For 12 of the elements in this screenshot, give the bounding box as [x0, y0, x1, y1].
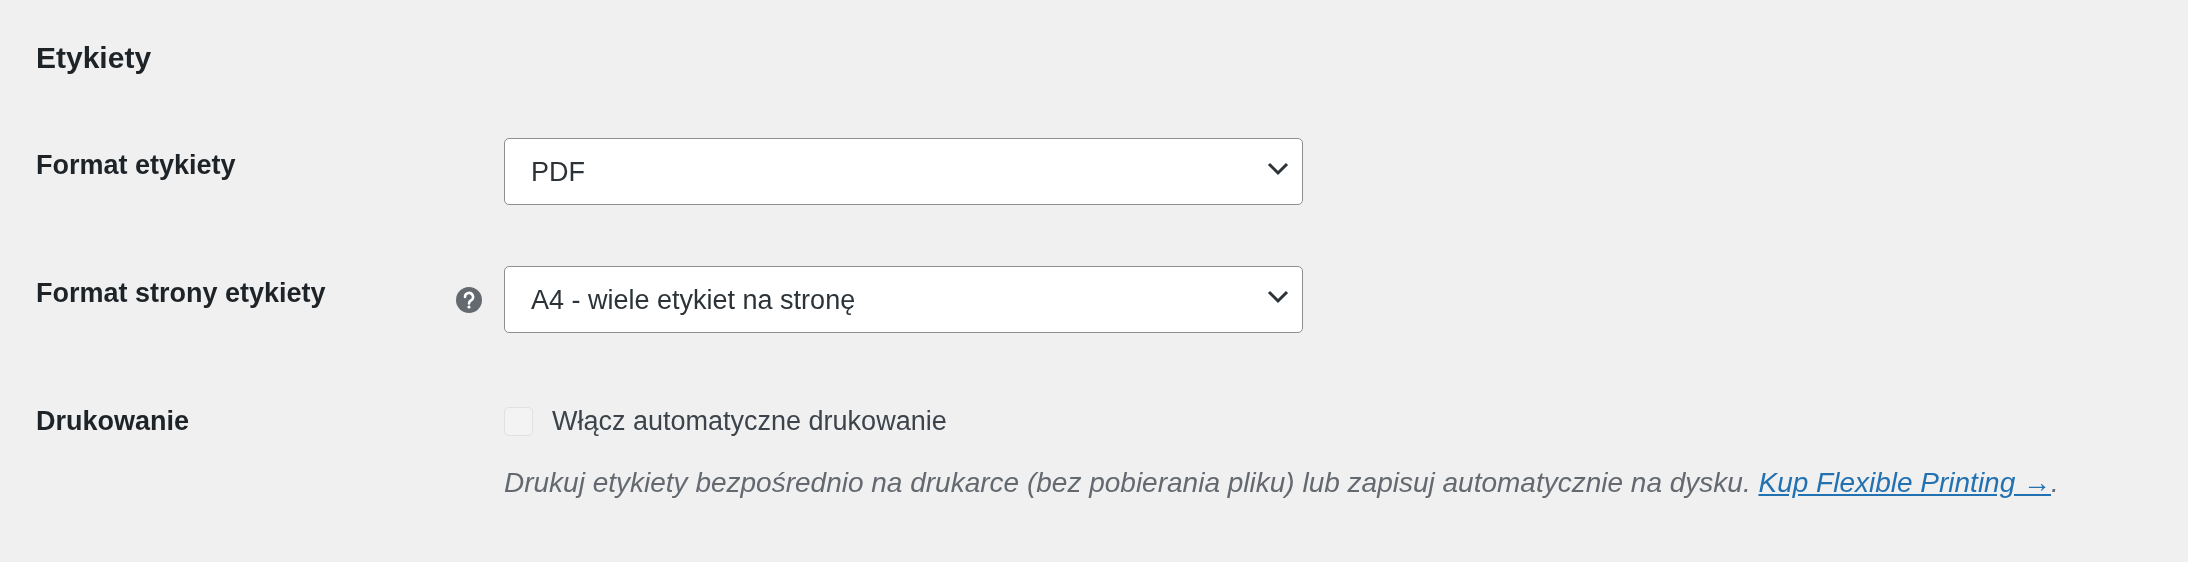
checkbox-label[interactable]: Włącz automatyczne drukowanie [552, 406, 947, 437]
chevron-icon [1267, 162, 1289, 176]
select-field[interactable]: A4 - wiele etykiet na stronę [504, 266, 1303, 333]
field-label: Format strony etykiety [36, 277, 326, 308]
field-description: Drukuj etykiety bezpośrednio na drukarce (bez pobierania pliku) lub zapisuj automatycznie na dysku. Kup Flexible Printing →. [504, 467, 2060, 499]
field-label: Format etykiety [36, 149, 236, 180]
section-title: Etykiety [36, 40, 153, 76]
select-field[interactable]: PDF [504, 138, 1303, 205]
purchase-link[interactable]: Kup Flexible Printing → [1758, 467, 2052, 498]
help-icon[interactable] [456, 287, 482, 313]
chevron-icon [1267, 290, 1289, 304]
field-label: Drukowanie [36, 405, 190, 436]
